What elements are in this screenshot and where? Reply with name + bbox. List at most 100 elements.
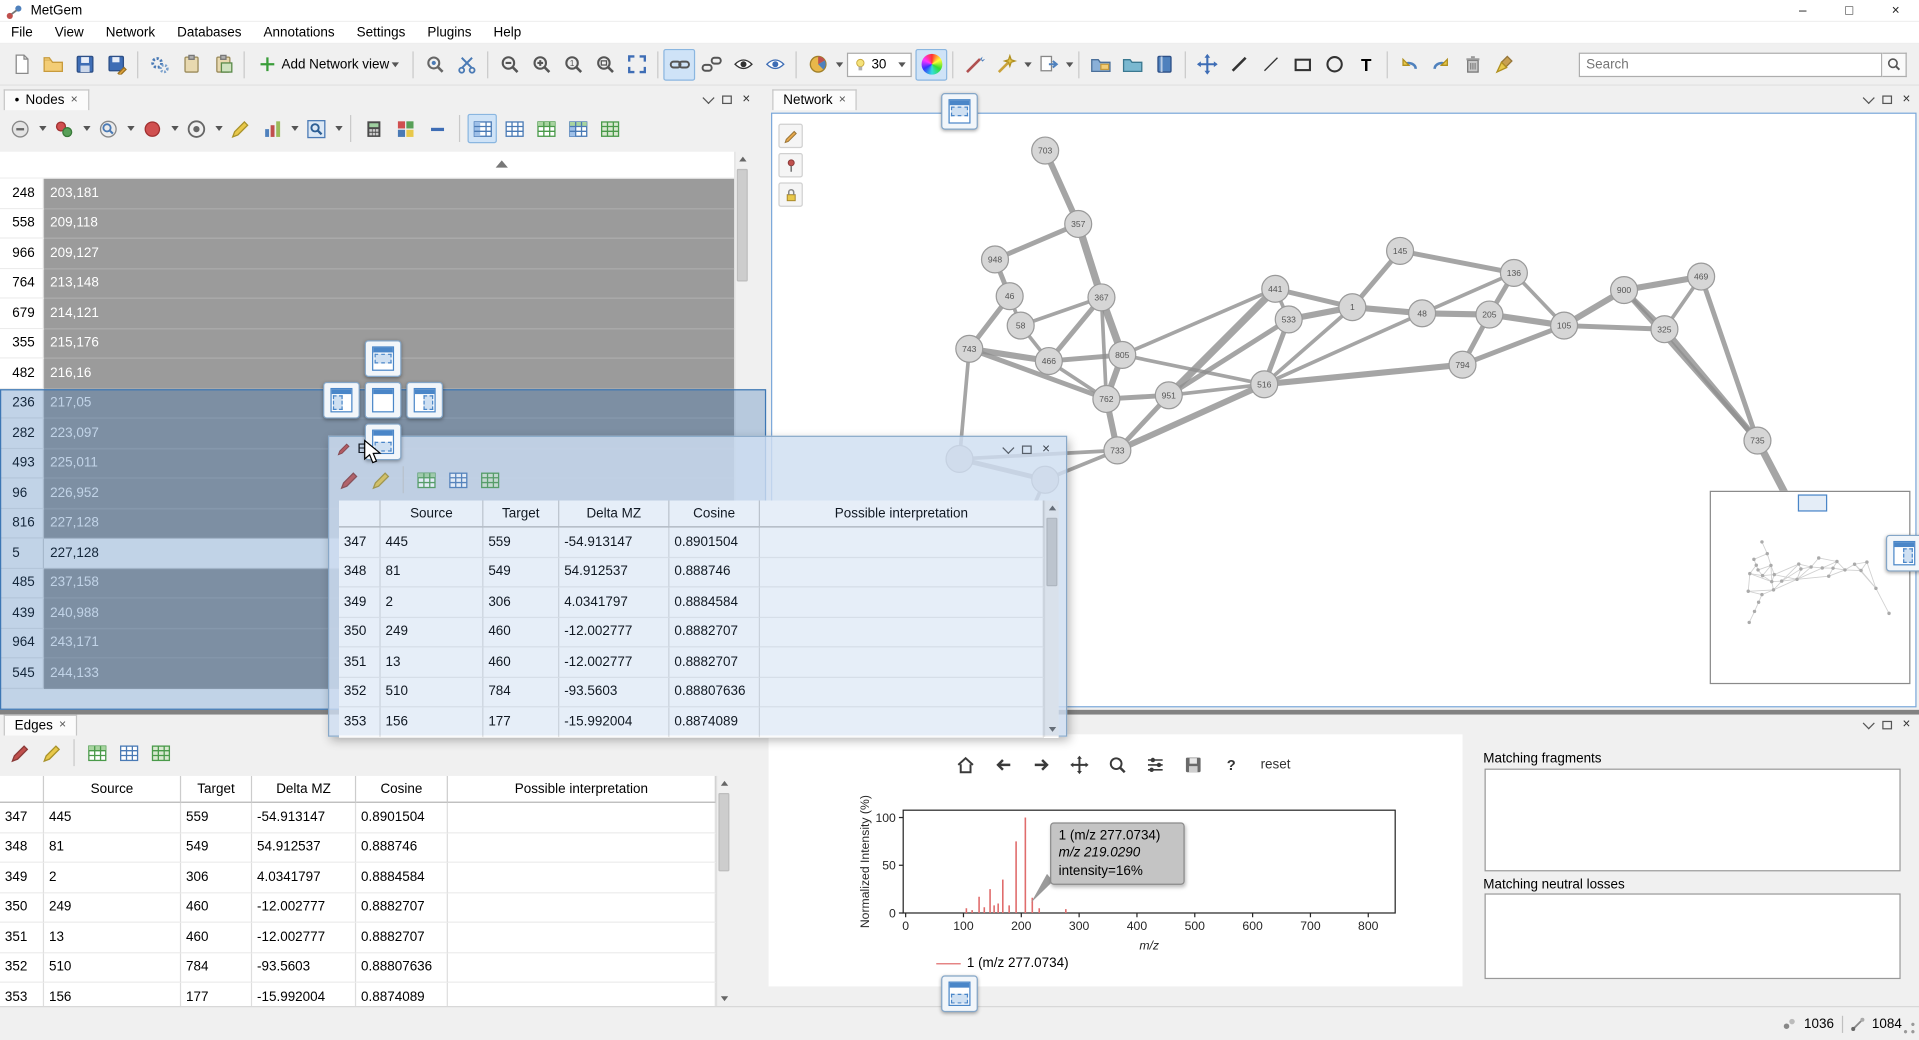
row-number-cell[interactable]: 347: [339, 527, 381, 557]
text-tool-button[interactable]: T: [1350, 48, 1382, 80]
source-cell[interactable]: 249: [44, 893, 181, 923]
delta-mz-cell[interactable]: -12.002777: [252, 893, 356, 923]
edges-table-row[interactable]: 34923064.03417970.8884584: [0, 863, 716, 893]
target-cell[interactable]: 460: [181, 893, 252, 923]
delta-mz-cell[interactable]: -15.992004: [559, 707, 669, 737]
rectangle-tool-button[interactable]: [1287, 48, 1319, 80]
minimize-button[interactable]: –: [1779, 0, 1826, 21]
pie-chevron-icon[interactable]: [836, 62, 843, 67]
zoom-in-button[interactable]: [525, 48, 557, 80]
row-number-cell[interactable]: 348: [0, 833, 44, 863]
row-number-cell[interactable]: 351: [339, 647, 381, 677]
highlight-nodes-button[interactable]: [225, 114, 254, 143]
interpretation-cell[interactable]: [760, 647, 1044, 677]
find-node-button[interactable]: [301, 114, 330, 143]
target-cell[interactable]: 306: [483, 587, 559, 617]
target-cell[interactable]: 177: [181, 983, 252, 1006]
column-header[interactable]: Possible interpretation: [760, 501, 1044, 528]
network-dock-menu-icon[interactable]: [1862, 91, 1874, 103]
export-image-button[interactable]: [1085, 48, 1117, 80]
row-number-cell[interactable]: 352: [0, 953, 44, 983]
edges-table-row[interactable]: 3488154954.9125370.888746: [0, 833, 716, 863]
dock-indicator-center[interactable]: [365, 382, 402, 419]
menu-item-plugins[interactable]: Plugins: [416, 23, 482, 43]
row-number-cell[interactable]: 353: [339, 707, 381, 737]
node-id-cell[interactable]: 764: [0, 269, 44, 299]
open-project-button[interactable]: [37, 48, 69, 80]
nodes-table-row[interactable]: 248203,181: [0, 179, 734, 209]
delta-mz-cell[interactable]: -12.002777: [559, 617, 669, 647]
source-cell[interactable]: 510: [44, 953, 181, 983]
interpretation-cell[interactable]: [448, 893, 716, 923]
cosine-cell[interactable]: 0.8882707: [669, 617, 760, 647]
nodes-tab[interactable]: • Nodes ×: [4, 89, 89, 110]
edges-tab-close-icon[interactable]: ×: [59, 718, 66, 731]
dock-indicator-left[interactable]: [323, 382, 360, 419]
search-button[interactable]: [1882, 52, 1906, 76]
edges-table-row[interactable]: 353156177-15.9920040.8874089: [0, 983, 716, 1006]
column-header[interactable]: Source: [381, 501, 484, 528]
import-group-mapping-button[interactable]: [207, 48, 239, 80]
floating-close-icon[interactable]: ×: [1042, 442, 1050, 457]
delta-mz-cell[interactable]: -12.002777: [252, 923, 356, 953]
scrollbar-thumb[interactable]: [718, 793, 729, 871]
nodes-table-row[interactable]: 679214,121: [0, 299, 734, 329]
scrollbar-thumb[interactable]: [737, 169, 748, 282]
edges-table-row[interactable]: 3488154954.9125370.888746: [339, 557, 1059, 587]
edge-highlight-yellow-button[interactable]: [37, 738, 66, 767]
column-header[interactable]: Delta MZ: [252, 776, 356, 803]
row-number-cell[interactable]: 351: [0, 923, 44, 953]
save-project-button[interactable]: [69, 48, 101, 80]
cosine-cell[interactable]: 0.888746: [356, 833, 448, 863]
target-cell[interactable]: 549: [181, 833, 252, 863]
row-number-cell[interactable]: 353: [0, 983, 44, 1006]
dock-indicator-screen-right[interactable]: [1886, 535, 1919, 572]
cluster-colors-button[interactable]: [390, 114, 419, 143]
source-cell[interactable]: 81: [44, 833, 181, 863]
cosine-cell[interactable]: 0.8874089: [669, 707, 760, 737]
network-tab[interactable]: Network ×: [772, 89, 857, 110]
process-data-button[interactable]: [143, 48, 175, 80]
node-size-combo[interactable]: 30: [847, 52, 912, 76]
calculator-button[interactable]: [359, 114, 388, 143]
source-cell[interactable]: 445: [381, 527, 484, 557]
interpretation-cell[interactable]: [760, 707, 1044, 737]
source-cell[interactable]: 2: [44, 863, 181, 893]
move-tool-button[interactable]: [1191, 48, 1223, 80]
column-header[interactable]: Source: [44, 776, 181, 803]
pie-charts-button[interactable]: [802, 48, 834, 80]
color-nodes-button[interactable]: [916, 48, 948, 80]
interpretation-cell[interactable]: [448, 803, 716, 833]
search-input[interactable]: [1579, 52, 1883, 76]
matching-fragments-box[interactable]: [1485, 769, 1901, 872]
view-node-button[interactable]: [93, 114, 122, 143]
undo-button[interactable]: [1393, 48, 1425, 80]
cosine-cell[interactable]: 0.8874089: [356, 983, 448, 1006]
delta-mz-cell[interactable]: -93.5603: [559, 677, 669, 707]
edges-tab[interactable]: Edges ×: [4, 714, 77, 735]
network-dock-float-icon[interactable]: [1882, 95, 1892, 104]
line-tool-button[interactable]: [1223, 48, 1255, 80]
network-minimap[interactable]: [1710, 491, 1911, 684]
menu-item-view[interactable]: View: [44, 23, 95, 43]
export-report-button[interactable]: [1148, 48, 1180, 80]
interpretation-cell[interactable]: [760, 557, 1044, 587]
target-cell[interactable]: 784: [483, 677, 559, 707]
dock-indicator-top[interactable]: [365, 340, 402, 377]
table-blue-button[interactable]: [499, 114, 528, 143]
new-project-button[interactable]: [5, 48, 37, 80]
source-cell[interactable]: 445: [44, 803, 181, 833]
edges-table-row[interactable]: 352510784-93.56030.88807636: [0, 953, 716, 983]
export-button[interactable]: [1032, 48, 1064, 80]
row-number-cell[interactable]: 350: [339, 617, 381, 647]
thin-line-tool-button[interactable]: [1255, 48, 1287, 80]
edges-table-scrollbar[interactable]: [716, 776, 731, 1006]
chevron-down-icon[interactable]: [39, 126, 46, 131]
source-cell[interactable]: 510: [381, 677, 484, 707]
clear-button[interactable]: [1489, 48, 1521, 80]
cosine-cell[interactable]: 0.888746: [669, 557, 760, 587]
cosine-cell[interactable]: 0.8882707: [356, 923, 448, 953]
interpretation-cell[interactable]: [760, 617, 1044, 647]
floating-table-scrollbar[interactable]: [1044, 501, 1059, 737]
scrollbar-thumb[interactable]: [1046, 518, 1057, 587]
